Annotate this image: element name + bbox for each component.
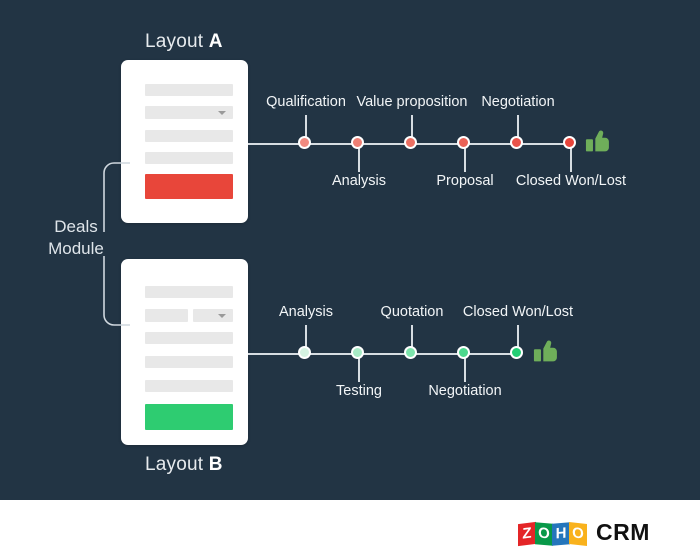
layout-b-caption-prefix: Layout [145,454,204,475]
form-field-row-half[interactable] [145,309,188,322]
layout-b-caption-letter: B [208,454,223,475]
layout-b-caption: Layout B [145,454,223,476]
deals-module-label: Deals Module [28,216,124,260]
pipeline-stage-node[interactable] [298,136,311,149]
form-field-row[interactable] [145,84,233,96]
chevron-down-icon [218,110,226,115]
zoho-tile-o1: O [535,522,553,546]
zoho-tile-o2: O [569,522,587,546]
pipeline-stage-label: Analysis [332,173,386,189]
form-field-row[interactable] [145,332,233,344]
form-field-row[interactable] [145,380,233,392]
layout-b-form-card[interactable] [121,259,248,445]
pipeline-stage-stem [358,355,360,382]
zoho-tile-h: H [552,522,570,546]
form-dropdown-row[interactable] [145,106,233,119]
form-field-row[interactable] [145,130,233,142]
thumbs-up-icon [585,130,609,152]
zoho-crm-logo: Z O H O CRM [518,517,650,547]
form-field-row[interactable] [145,286,233,298]
pipeline-stage-node[interactable] [510,346,523,359]
deals-module-label-line2: Module [48,239,104,258]
zoho-product-name: CRM [596,518,650,545]
infographic-canvas: Layout A Layout B Deals Module Qualifica… [0,0,700,558]
layout-a-caption: Layout A [145,31,223,53]
pipeline-stage-node[interactable] [510,136,523,149]
pipeline-stage-label: Value proposition [356,94,468,110]
pipeline-stage-node[interactable] [404,136,417,149]
layout-a-caption-prefix: Layout [145,31,204,52]
pipeline-stage-node[interactable] [404,346,417,359]
pipeline-stage-label: Qualification [266,94,346,110]
pipeline-stage-node[interactable] [457,136,470,149]
pipeline-stage-label: Proposal [436,173,494,189]
layout-a-caption-letter: A [208,31,223,52]
pipeline-stage-node[interactable] [351,136,364,149]
pipeline-stage-label: Negotiation [481,94,555,110]
zoho-tile-z: Z [518,521,536,547]
form-dropdown-row-half[interactable] [193,309,233,322]
pipeline-stage-label: Analysis [279,304,333,320]
chevron-down-icon [218,313,226,318]
deals-module-label-line1: Deals [54,217,98,236]
pipeline-stage-label: Negotiation [428,383,502,399]
pipeline-stage-stem [464,145,466,172]
pipeline-stage-node[interactable] [351,346,364,359]
layout-b-primary-button[interactable] [145,404,233,430]
pipeline-stage-label: Quotation [380,304,444,320]
thumbs-up-icon [533,340,557,362]
pipeline-stage-label: Closed Won/Lost [515,173,627,189]
pipeline-stage-node[interactable] [298,346,311,359]
pipeline-stage-stem [570,145,572,172]
pipeline-stage-label: Closed Won/Lost [462,304,574,320]
form-field-row[interactable] [145,152,233,164]
layout-a-form-card[interactable] [121,60,248,223]
pipeline-stage-node[interactable] [457,346,470,359]
pipeline-stage-label: Testing [336,383,382,399]
pipeline-axis-line [248,353,522,355]
form-field-row[interactable] [145,356,233,368]
pipeline-stage-node[interactable] [563,136,576,149]
pipeline-stage-stem [358,145,360,172]
layout-a-primary-button[interactable] [145,174,233,199]
pipeline-stage-stem [464,355,466,382]
zoho-wordmark: Z O H O [518,519,587,547]
